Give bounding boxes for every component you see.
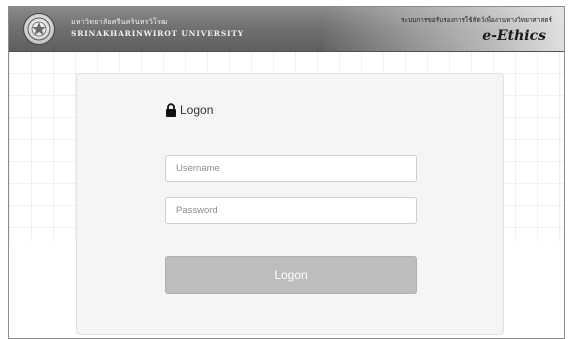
seal-graphic xyxy=(27,17,51,41)
username-input[interactable] xyxy=(165,155,417,182)
logon-button[interactable]: Logon xyxy=(165,256,417,294)
system-title: ระบบการขอรับรองการใช้สัตว์เพื่องานทางวิท… xyxy=(401,16,552,24)
page-frame: มหาวิทยาลัยศรีนครินทรวิโรฒ SRINAKHARINWI… xyxy=(8,6,565,339)
logon-panel: Logon Logon xyxy=(76,73,504,335)
password-input[interactable] xyxy=(165,197,417,224)
logon-heading: Logon xyxy=(165,103,213,117)
university-name-thai: มหาวิทยาลัยศรีนครินทรวิโรฒ xyxy=(71,18,168,26)
logon-title: Logon xyxy=(180,103,214,117)
lock-icon xyxy=(166,103,176,117)
university-seal-icon[interactable] xyxy=(23,13,55,45)
university-name-english: SRINAKHARINWIROT UNIVERSITY xyxy=(71,29,244,38)
brand-logo-text[interactable]: e-Ethics xyxy=(482,28,546,44)
site-header: มหาวิทยาลัยศรีนครินทรวิโรฒ SRINAKHARINWI… xyxy=(9,7,564,52)
